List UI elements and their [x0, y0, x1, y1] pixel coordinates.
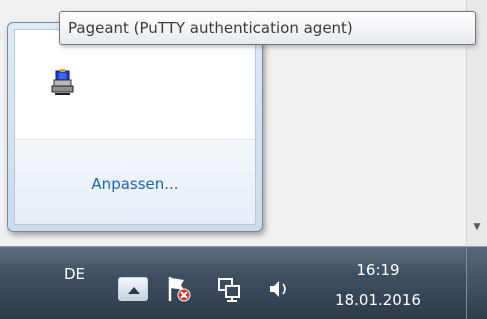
clock-date: 18.01.2016: [335, 291, 421, 309]
scroll-down-arrow-icon[interactable]: ▼: [472, 222, 482, 232]
show-hidden-icons-button[interactable]: [118, 277, 148, 301]
notification-overflow-flyout: Anpassen...: [7, 22, 263, 232]
desktop-screen: ▼ Anpassen... Pageant (PuTTY authenticat…: [0, 0, 487, 319]
network-icon[interactable]: [216, 275, 242, 303]
flyout-icon-area: [15, 30, 255, 140]
action-center-flag-error-icon[interactable]: [166, 275, 192, 303]
language-indicator[interactable]: DE: [64, 265, 85, 283]
volume-icon[interactable]: [266, 275, 292, 303]
tray-item-pageant[interactable]: [41, 62, 81, 102]
taskbar: DE 16:19 18.01.2016: [0, 246, 487, 319]
flyout-customize-area: Anpassen...: [15, 141, 255, 224]
clock-time: 16:19: [356, 261, 400, 279]
flyout-panel: Anpassen...: [14, 29, 256, 225]
customize-link[interactable]: Anpassen...: [15, 175, 255, 193]
show-desktop-button[interactable]: [466, 247, 487, 319]
clock[interactable]: 16:19 18.01.2016: [330, 255, 426, 315]
pageant-icon[interactable]: [50, 69, 76, 97]
chevron-up-icon: [128, 287, 140, 294]
tooltip: Pageant (PuTTY authentication agent): [59, 11, 476, 45]
